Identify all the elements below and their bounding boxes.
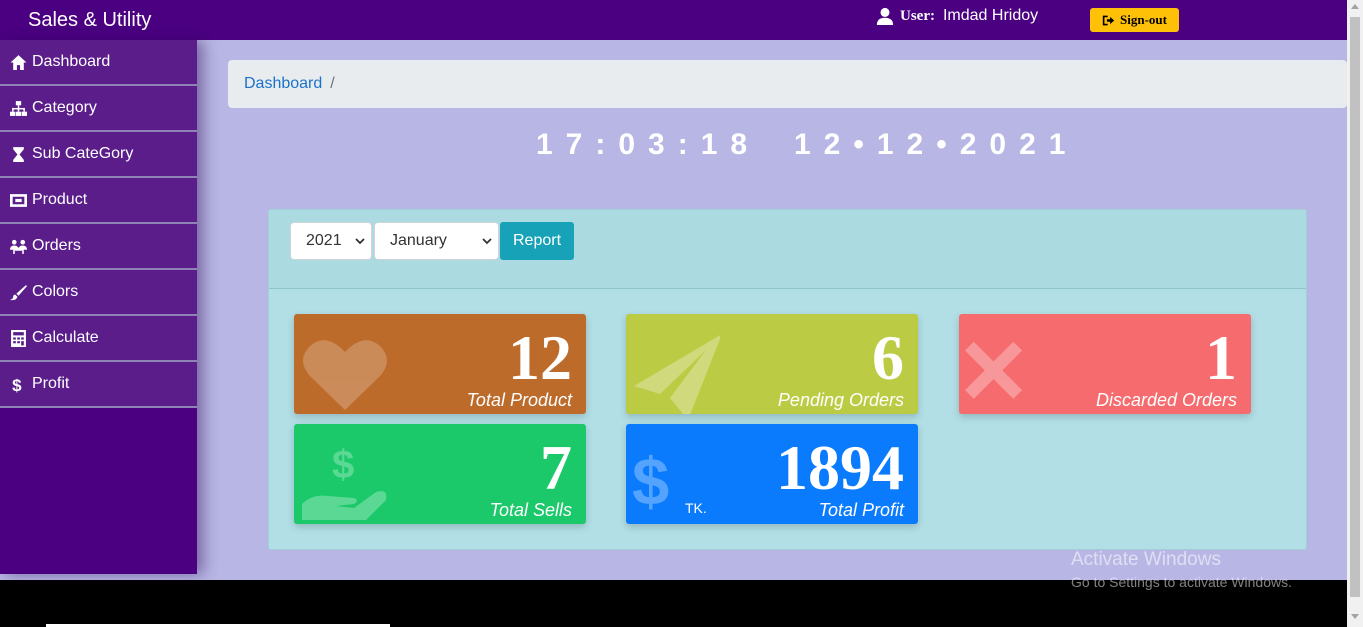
stat-value: 1894 [776,432,904,503]
dollar-icon: $ [632,445,669,520]
sidebar-item-profit[interactable]: $ Profit [0,362,197,408]
vertical-scrollbar[interactable] [1347,0,1363,627]
sidebar-item-sub-category[interactable]: Sub CateGory [0,132,197,178]
paintbrush-icon [10,284,27,300]
home-icon [10,54,27,70]
svg-text:$: $ [332,443,354,487]
stat-card-discarded-orders[interactable]: 1 Discarded Orders [959,314,1251,414]
clock-time: 17:03:18 [536,128,761,161]
stat-card-total-profit[interactable]: $ TK. 1894 Total Profit [626,424,918,524]
dollar-icon: $ [12,376,22,393]
sidebar-item-label: Orders [32,237,81,254]
stat-unit: TK. [685,500,707,516]
product-icon [10,193,27,207]
breadcrumb-separator: / [330,75,335,92]
close-icon [964,341,1023,399]
stat-label: Discarded Orders [1095,390,1237,410]
scroll-thumb[interactable] [1350,17,1360,597]
sidebar-item-label: Colors [32,283,79,300]
signout-button[interactable]: Sign-out [1090,8,1179,32]
scroll-up-arrow-icon[interactable] [1351,4,1359,9]
breadcrumb-dashboard-link[interactable]: Dashboard [244,75,322,93]
signout-label: Sign-out [1120,12,1167,27]
sidebar-item-product[interactable]: Product [0,178,197,224]
sidebar-item-calculate[interactable]: Calculate [0,316,197,362]
stat-card-total-product[interactable]: 12 Total Product [294,314,586,414]
user-icon [876,7,894,25]
users-icon [10,239,27,254]
sidebar-item-dashboard[interactable]: Dashboard [0,40,197,86]
clock-date: 12•12•2021 [794,128,1079,161]
sidebar-item-orders[interactable]: Orders [0,224,197,270]
stat-card-pending-orders[interactable]: 6 Pending Orders [626,314,918,414]
sidebar-item-colors[interactable]: Colors [0,270,197,316]
user-label: User: [900,7,935,24]
scroll-down-arrow-icon[interactable] [1351,614,1359,619]
hourglass-icon [13,146,24,162]
breadcrumb: Dashboard / [228,60,1347,108]
user-info: User: Imdad Hridoy [876,7,1038,25]
stat-label: Pending Orders [777,390,904,410]
activate-windows-title: Activate Windows [1071,549,1221,570]
chevron-down-icon [482,238,492,245]
report-button[interactable]: Report [500,222,574,260]
chevron-down-icon [355,238,365,245]
stat-label: Total Sells [489,500,572,520]
stat-label: Total Profit [818,500,904,520]
stat-card-total-sells[interactable]: $ 7 Total Sells [294,424,586,524]
sidebar-item-label: Category [32,99,97,116]
svg-text:$: $ [632,445,669,520]
sitemap-icon [10,100,27,116]
year-select[interactable]: 2021 [290,222,372,260]
stat-value: 12 [508,322,572,393]
calculator-icon [11,329,26,347]
brand-title[interactable]: Sales & Utility [28,9,151,32]
stat-value: 7 [540,432,572,503]
stat-value: 6 [872,322,904,393]
sidebar: Dashboard Category Sub CateGory Product … [0,40,197,574]
top-navbar: Sales & Utility User: Imdad Hridoy Sign-… [0,0,1347,40]
user-name: Imdad Hridoy [942,7,1039,24]
stat-label: Total Product [466,390,572,410]
hand-dollar-icon: $ [302,443,387,520]
activate-windows-subtitle: Go to Settings to activate Windows. [1071,574,1292,590]
report-filter-bar: 2021 January Report [269,210,1306,289]
month-select-value: January [390,232,447,249]
stat-value: 1 [1205,322,1237,393]
signout-icon [1102,15,1115,25]
svg-text:$: $ [12,376,22,393]
sidebar-item-label: Calculate [32,329,99,346]
paper-plane-icon [634,335,720,414]
sidebar-item-label: Sub CateGory [32,145,134,162]
sidebar-item-label: Product [32,191,88,208]
sidebar-item-label: Profit [32,375,70,392]
sidebar-item-category[interactable]: Category [0,86,197,132]
heart-icon [303,340,387,410]
month-select[interactable]: January [374,222,499,260]
sidebar-item-label: Dashboard [32,53,111,70]
year-select-value: 2021 [306,232,342,249]
